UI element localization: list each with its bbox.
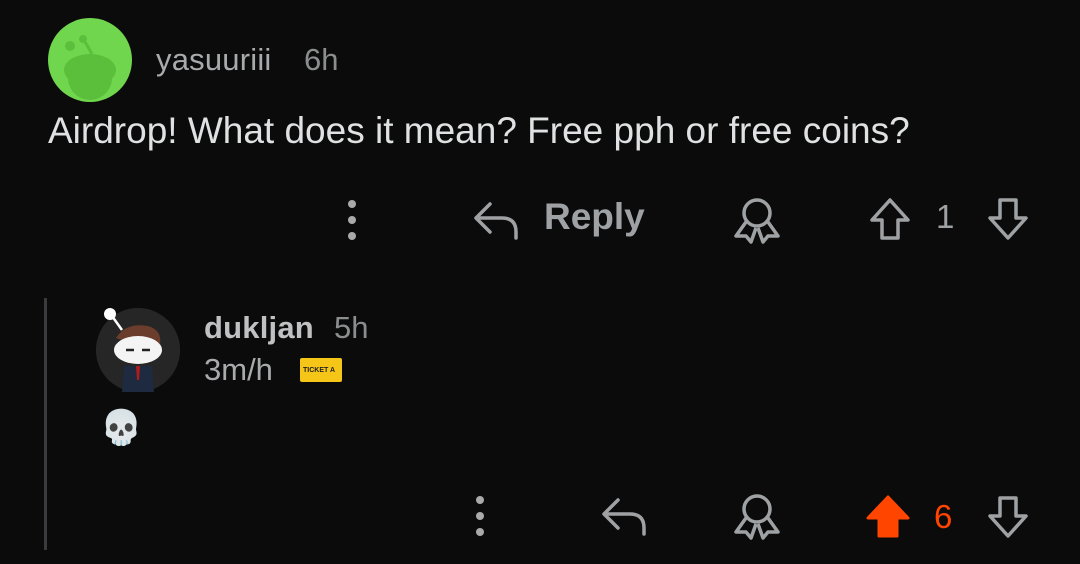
vote-count: 6	[934, 498, 953, 535]
reply-icon	[474, 202, 518, 240]
downvote-icon[interactable]	[986, 494, 1030, 540]
flair-ticket-badge: TICKET A	[300, 358, 342, 382]
more-icon[interactable]	[340, 198, 364, 242]
reply-avatar[interactable]	[96, 308, 180, 392]
reply-icon	[602, 498, 646, 536]
downvote-icon[interactable]	[986, 196, 1030, 242]
comment-body: Airdrop! What does it mean? Free pph or …	[48, 110, 910, 151]
user-flair: 3m/h	[204, 352, 273, 387]
upvote-icon[interactable]	[864, 494, 912, 540]
reply-body: 💀	[100, 409, 143, 447]
reply-timestamp: 5h	[334, 310, 369, 345]
snoo-avatar-icon	[96, 308, 180, 392]
reply-label[interactable]: Reply	[544, 196, 645, 238]
more-icon[interactable]	[468, 494, 492, 538]
thread-line[interactable]	[44, 298, 47, 550]
reply-button[interactable]	[472, 198, 520, 242]
upvote-icon[interactable]	[868, 196, 912, 242]
reply-username[interactable]: dukljan	[204, 310, 314, 346]
reply-button[interactable]	[600, 494, 648, 538]
snoo-avatar-icon	[64, 35, 116, 100]
avatar[interactable]	[48, 18, 132, 102]
award-icon[interactable]	[732, 196, 782, 244]
vote-count: 1	[936, 198, 955, 235]
flair-ticket-text: TICKET A	[303, 366, 336, 374]
comment-username[interactable]: yasuuriii	[156, 42, 272, 78]
comment-timestamp: 6h	[304, 42, 339, 77]
award-icon[interactable]	[732, 492, 782, 540]
